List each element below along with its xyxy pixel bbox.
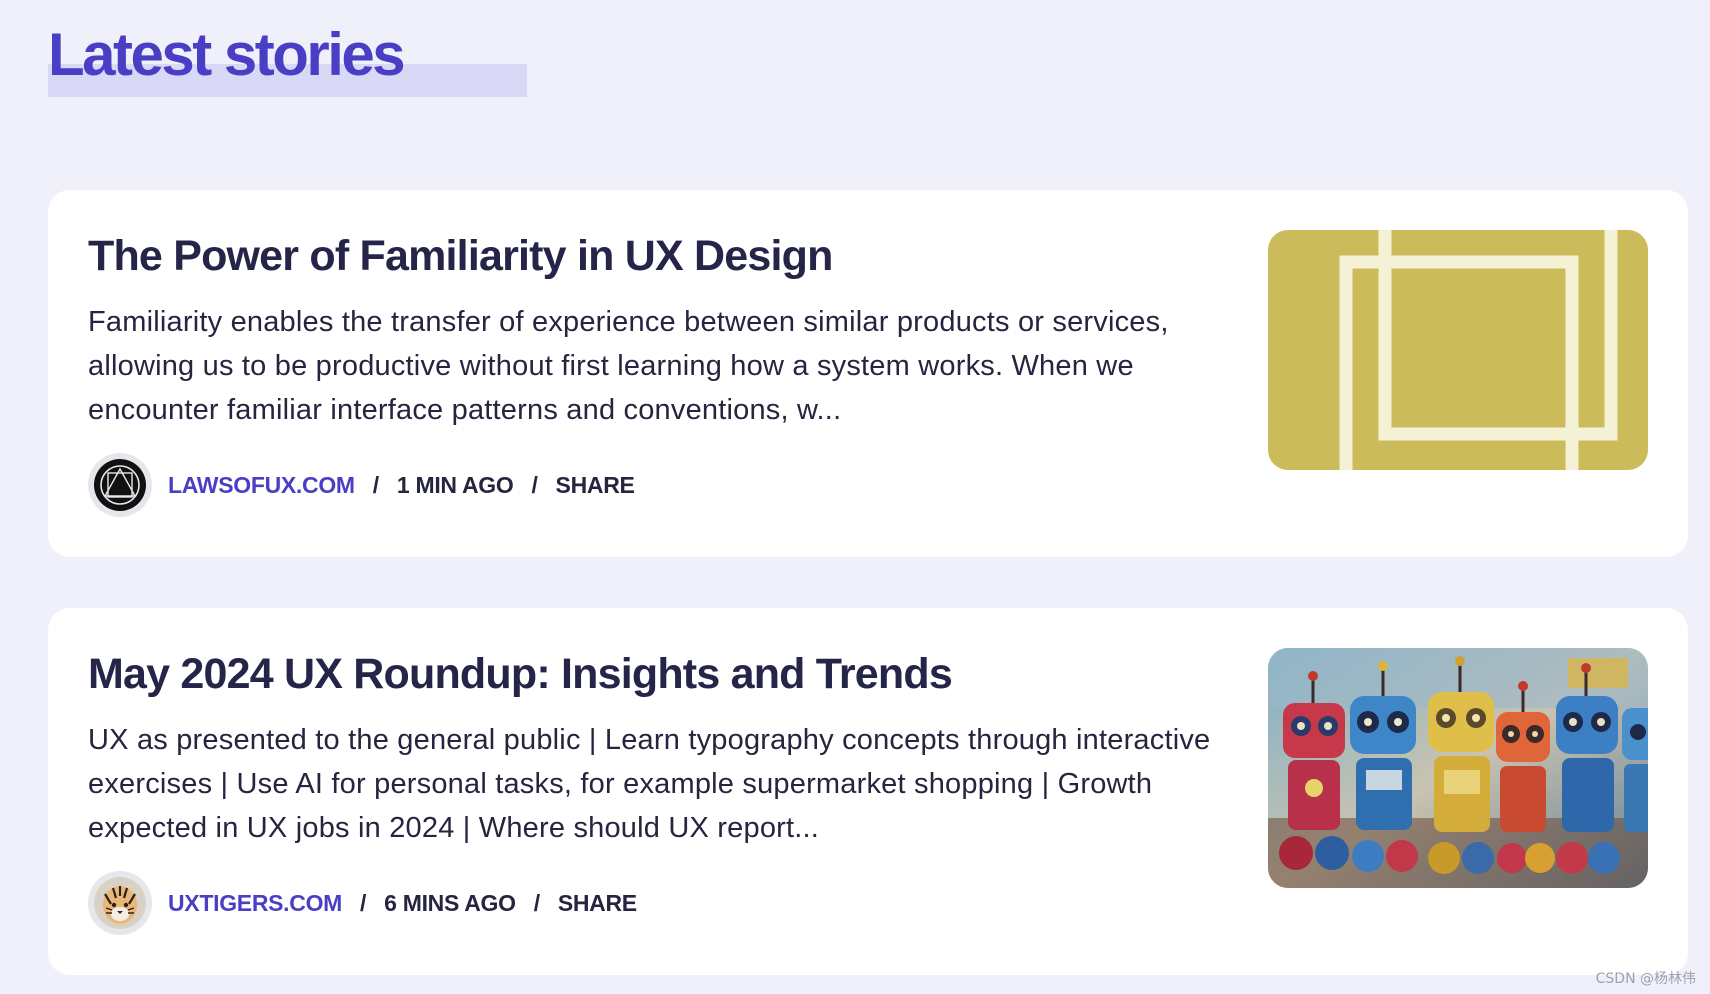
page-title: Latest stories bbox=[48, 21, 406, 88]
story-card[interactable]: May 2024 UX Roundup: Insights and Trends… bbox=[48, 608, 1688, 975]
story-meta: UXTIGERS.COM / 6 MINS AGO / SHARE bbox=[88, 870, 637, 936]
timestamp: 6 MINS AGO bbox=[384, 889, 516, 916]
source-link[interactable]: UXTIGERS.COM bbox=[168, 890, 342, 917]
share-button[interactable]: SHARE bbox=[558, 890, 637, 917]
story-thumbnail[interactable] bbox=[1268, 230, 1648, 470]
story-card[interactable]: The Power of Familiarity in UX Design Fa… bbox=[48, 190, 1688, 557]
square-frames-illustration bbox=[1268, 230, 1648, 470]
timestamp: 1 MIN AGO bbox=[396, 471, 514, 498]
story-title[interactable]: May 2024 UX Roundup: Insights and Trends bbox=[88, 648, 953, 700]
meta-separator: / bbox=[372, 471, 379, 498]
story-excerpt: UX as presented to the general public | … bbox=[88, 724, 1211, 844]
page-heading: Latest stories bbox=[48, 20, 528, 100]
tiger-logo-icon bbox=[94, 877, 146, 929]
watermark: CSDN @杨林伟 bbox=[1595, 971, 1696, 987]
meta-separator: / bbox=[533, 889, 540, 916]
meta-separator: / bbox=[531, 471, 538, 498]
share-button[interactable]: SHARE bbox=[556, 472, 635, 499]
story-title[interactable]: The Power of Familiarity in UX Design bbox=[88, 230, 833, 282]
laws-of-ux-logo-icon bbox=[94, 459, 146, 511]
story-thumbnail[interactable] bbox=[1268, 648, 1648, 888]
story-meta: LAWSOFUX.COM / 1 MIN AGO / SHARE bbox=[88, 452, 635, 518]
robots-painting-illustration bbox=[1268, 648, 1648, 888]
source-link[interactable]: LAWSOFUX.COM bbox=[168, 472, 355, 499]
meta-separator: / bbox=[360, 889, 367, 916]
source-avatar[interactable] bbox=[88, 871, 152, 935]
story-excerpt: Familiarity enables the transfer of expe… bbox=[88, 306, 1169, 426]
source-avatar[interactable] bbox=[88, 453, 152, 517]
